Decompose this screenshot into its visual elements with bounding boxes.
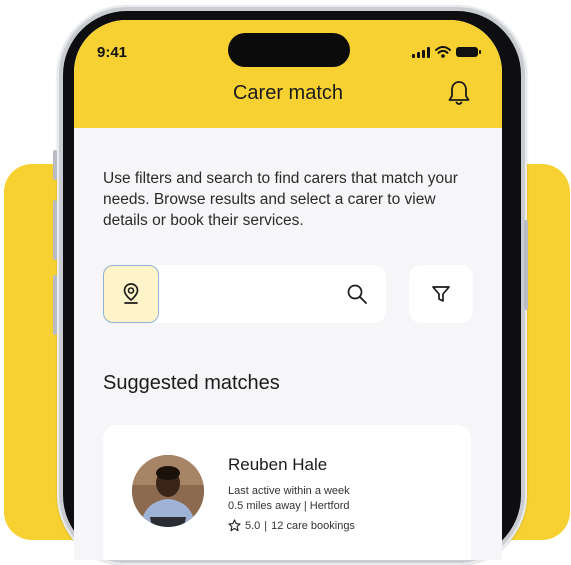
location-text: Hertford xyxy=(309,500,350,512)
avatar-photo xyxy=(132,455,204,527)
star-icon xyxy=(228,519,241,532)
status-icons xyxy=(412,46,481,58)
search-icon[interactable] xyxy=(346,283,368,305)
filter-icon xyxy=(432,286,450,302)
phone-volume-down-button xyxy=(53,275,57,335)
location-button[interactable] xyxy=(103,265,159,323)
rating-value: 5.0 xyxy=(245,519,261,532)
dynamic-island xyxy=(228,33,350,67)
intro-text: Use filters and search to find carers th… xyxy=(103,170,458,229)
app-header: 9:41 Carer match xyxy=(74,20,502,128)
carer-name: Reuben Hale xyxy=(228,455,328,474)
phone-side-button xyxy=(53,150,57,180)
location-pin-icon xyxy=(123,283,139,304)
search-input[interactable] xyxy=(165,265,339,325)
search-box xyxy=(103,265,386,325)
app-screen: 9:41 Carer match Use filters and search … xyxy=(74,20,502,560)
battery-icon xyxy=(456,47,481,57)
search-row xyxy=(103,265,473,325)
phone-power-button xyxy=(524,220,528,310)
page-title: Carer match xyxy=(232,82,344,104)
filter-button[interactable] xyxy=(409,265,473,323)
status-time: 9:41 xyxy=(97,44,128,61)
meta-separator: | xyxy=(303,500,307,512)
phone-volume-up-button xyxy=(53,200,57,260)
rating-row: 5.0 | 12 care bookings xyxy=(228,519,355,532)
distance-text: 0.5 miles away xyxy=(228,500,301,512)
rating-separator: | xyxy=(264,519,268,532)
last-active-text: Last active within a week xyxy=(228,485,350,497)
signal-icon xyxy=(412,46,430,58)
bell-icon[interactable] xyxy=(446,79,472,107)
section-title: Suggested matches xyxy=(103,372,280,394)
wifi-icon xyxy=(435,46,451,58)
bookings-count: 12 care bookings xyxy=(271,519,355,532)
avatar xyxy=(132,455,204,527)
distance-location: 0.5 miles away | Hertford xyxy=(228,500,350,512)
